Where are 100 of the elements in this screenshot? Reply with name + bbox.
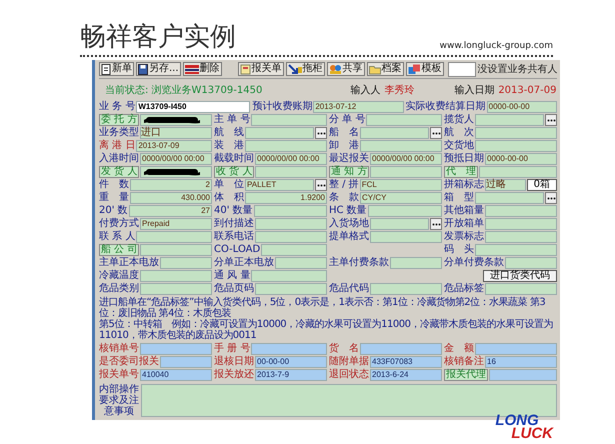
party-button[interactable]: 通 知 方 bbox=[329, 166, 370, 178]
input-field[interactable] bbox=[251, 343, 327, 355]
input-field[interactable] bbox=[140, 114, 212, 126]
input-field[interactable] bbox=[485, 218, 557, 230]
input-field[interactable]: 0000-00-00 bbox=[486, 101, 557, 113]
owner-field[interactable] bbox=[448, 62, 476, 76]
input-field[interactable] bbox=[366, 114, 442, 126]
input-field[interactable] bbox=[160, 356, 212, 368]
input-field[interactable] bbox=[255, 283, 327, 295]
browse-button[interactable] bbox=[545, 114, 557, 126]
input-field[interactable] bbox=[475, 192, 544, 204]
party-button[interactable]: 船 公 司 bbox=[99, 244, 140, 256]
input-field[interactable] bbox=[370, 218, 429, 230]
input-field[interactable] bbox=[485, 283, 557, 295]
input-field[interactable]: 27 bbox=[128, 205, 212, 217]
input-field[interactable] bbox=[140, 270, 212, 282]
input-field[interactable]: 2013-07-09 bbox=[136, 140, 212, 152]
input-field[interactable] bbox=[251, 114, 327, 126]
input-field[interactable]: 433F07083 bbox=[370, 356, 442, 368]
input-field[interactable] bbox=[251, 270, 327, 282]
folder-icon bbox=[368, 64, 381, 74]
input-field[interactable] bbox=[140, 244, 212, 256]
input-field[interactable]: 410040 bbox=[140, 369, 212, 381]
input-field[interactable] bbox=[479, 166, 557, 178]
input-field[interactable]: 16 bbox=[485, 356, 557, 368]
field-label: 入港时间 bbox=[99, 153, 139, 165]
party-button[interactable]: 报关代理 bbox=[444, 369, 488, 381]
input-field[interactable] bbox=[368, 205, 442, 217]
field-label: 输入日期 bbox=[454, 84, 494, 97]
input-field[interactable] bbox=[390, 257, 442, 269]
input-field[interactable]: 1.9200 bbox=[245, 192, 327, 204]
toolbar-button[interactable]: 报关单 bbox=[238, 62, 284, 76]
input-field[interactable]: 0000/00/00 00:00 bbox=[140, 153, 212, 165]
input-field[interactable]: W13709-I450 bbox=[136, 101, 250, 113]
input-field[interactable]: 0000/00/00 00:00 bbox=[255, 153, 327, 165]
input-field[interactable] bbox=[160, 257, 212, 269]
party-button[interactable]: 代 理 bbox=[444, 166, 478, 178]
toolbar-button[interactable]: 档案 bbox=[366, 62, 404, 76]
input-field[interactable]: PALLET bbox=[245, 179, 314, 191]
browse-button[interactable] bbox=[545, 192, 557, 204]
input-field[interactable] bbox=[360, 343, 442, 355]
toolbar-button[interactable]: 模板 bbox=[406, 62, 444, 76]
input-field[interactable] bbox=[255, 166, 327, 178]
toolbar-button[interactable]: 共享 bbox=[326, 62, 365, 76]
input-field[interactable] bbox=[245, 140, 327, 152]
input-field[interactable] bbox=[254, 205, 327, 217]
input-field[interactable] bbox=[140, 166, 212, 178]
input-field[interactable] bbox=[140, 343, 212, 355]
input-field[interactable] bbox=[360, 127, 429, 139]
party-button[interactable]: 发 货 人 bbox=[99, 166, 140, 178]
input-field[interactable] bbox=[475, 127, 557, 139]
input-field[interactable]: 0000/00/00 00:00 bbox=[370, 153, 442, 165]
input-field[interactable]: 2013-07-12 bbox=[313, 101, 404, 113]
input-field[interactable] bbox=[255, 231, 327, 243]
input-field[interactable] bbox=[360, 140, 442, 152]
input-field[interactable] bbox=[370, 231, 442, 243]
input-field[interactable] bbox=[485, 205, 557, 217]
input-field[interactable] bbox=[275, 257, 327, 269]
party-button[interactable]: 委 托 方 bbox=[99, 114, 140, 126]
input-field[interactable]: 2 bbox=[130, 179, 212, 191]
party-button[interactable]: 收 货 人 bbox=[214, 166, 254, 178]
toolbar-button[interactable]: 删除 bbox=[182, 62, 222, 76]
input-field[interactable] bbox=[245, 127, 314, 139]
input-field[interactable] bbox=[475, 244, 557, 256]
input-field[interactable] bbox=[475, 114, 544, 126]
input-field[interactable] bbox=[255, 218, 327, 230]
input-field[interactable]: 进口 bbox=[140, 127, 212, 139]
input-field[interactable] bbox=[136, 231, 212, 243]
browse-button[interactable] bbox=[315, 179, 327, 191]
input-field[interactable]: 0000-00-00 bbox=[485, 153, 557, 165]
input-field[interactable] bbox=[370, 283, 442, 295]
browse-button[interactable] bbox=[430, 218, 442, 230]
input-field[interactable]: 430.000 bbox=[130, 192, 212, 204]
input-field[interactable]: 2013-6-24 bbox=[370, 369, 442, 381]
field-label: 业 务 号 bbox=[99, 101, 136, 113]
input-field[interactable]: CY/CY bbox=[360, 192, 442, 204]
toolbar-button[interactable]: 新单 bbox=[99, 62, 134, 76]
field-label: 分单正本电放 bbox=[214, 257, 274, 269]
input-field[interactable] bbox=[485, 231, 557, 243]
browse-button[interactable] bbox=[315, 127, 327, 139]
input-field[interactable] bbox=[140, 283, 212, 295]
input-field[interactable]: Prepaid bbox=[140, 218, 212, 230]
input-field[interactable] bbox=[475, 343, 557, 355]
field-label: 内部操作要求及注意事项 bbox=[99, 384, 139, 417]
input-field[interactable] bbox=[261, 244, 327, 256]
input-field[interactable] bbox=[505, 257, 557, 269]
input-field[interactable]: 过略 bbox=[485, 179, 526, 191]
input-field[interactable]: FCL bbox=[360, 179, 442, 191]
code-button[interactable]: 进口货类代码 bbox=[483, 270, 557, 282]
browse-button[interactable] bbox=[430, 127, 442, 139]
box-count-button[interactable]: 0箱 bbox=[526, 179, 557, 191]
input-by-value: 李秀玲 bbox=[384, 84, 414, 97]
input-field[interactable]: 00-00-00 bbox=[255, 356, 327, 368]
input-field[interactable] bbox=[475, 140, 557, 152]
toolbar-button[interactable]: 拖柜 bbox=[286, 62, 325, 76]
input-field[interactable]: 2013-7-9 bbox=[255, 369, 327, 381]
input-field[interactable] bbox=[370, 166, 442, 178]
toolbar-button[interactable]: 另存... bbox=[136, 62, 181, 76]
logo-text: LONG bbox=[495, 414, 539, 427]
input-field[interactable] bbox=[489, 369, 557, 381]
